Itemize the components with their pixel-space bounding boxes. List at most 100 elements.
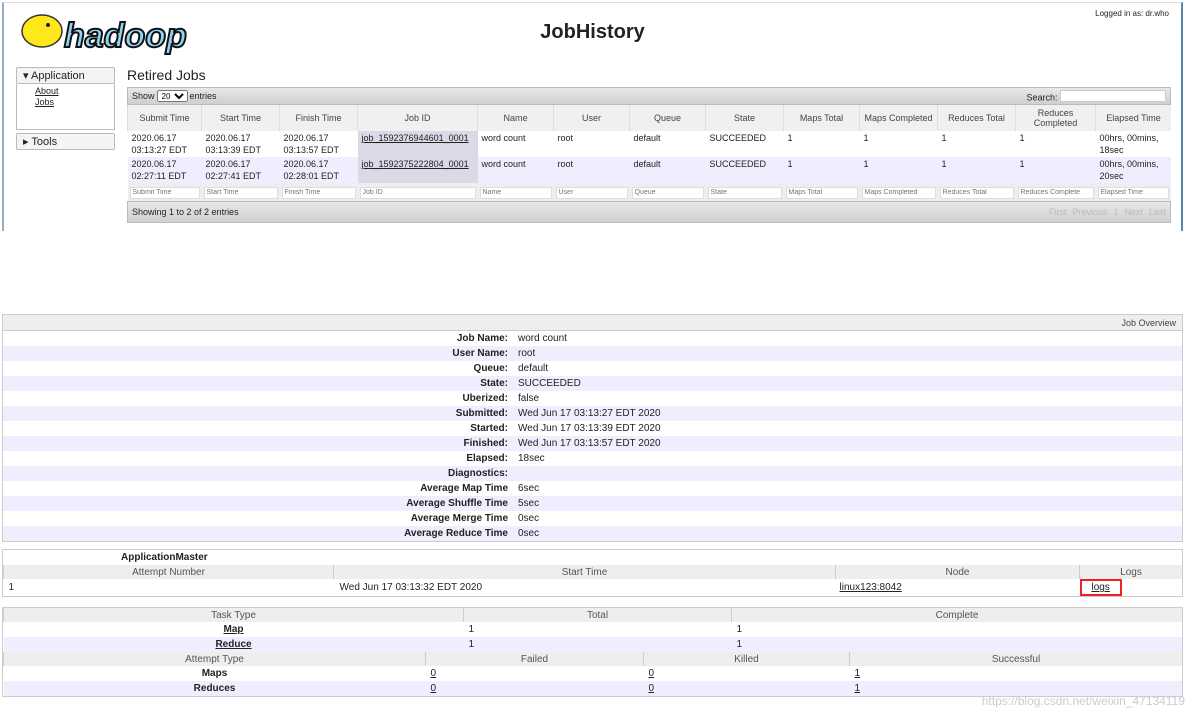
attempts-link[interactable]: 0 [431,683,437,694]
overview-label: Average Merge Time [410,513,508,524]
column-header[interactable]: Finish Time [279,105,358,131]
search-label: Search: [1026,92,1058,103]
pager-previous[interactable]: Previous [1072,207,1107,217]
column-filter-input[interactable] [707,186,782,199]
cell: default [633,133,661,143]
column-filter-input[interactable] [939,186,1014,199]
nav-tools[interactable]: ▸ Tools [16,133,115,150]
cell: 2020.06.17 02:27:41 EDT [205,159,262,181]
cell: root [557,159,574,169]
show-label: Show [132,91,155,101]
column-header[interactable]: Queue [629,105,706,131]
column-header[interactable]: Maps Total [783,105,860,131]
cell: 2020.06.17 02:27:11 EDT [131,159,187,181]
overview-label: Elapsed: [466,453,508,464]
tasks-link[interactable]: Map [224,624,244,635]
cell: SUCCEEDED [709,159,767,169]
column-header[interactable]: User [553,105,630,131]
filter-cell [783,183,860,201]
overview-label: User Name: [452,348,508,359]
column-filter-input[interactable] [281,186,356,199]
overview-label: Finished: [463,438,508,449]
tasks-link[interactable]: Reduce [215,639,251,650]
pager-1[interactable]: 1 [1113,207,1118,217]
overview-row: Diagnostics: [3,466,1182,481]
column-filter-input[interactable] [861,186,936,199]
table-footer: Showing 1 to 2 of 2 entries First Previou… [127,201,1171,223]
attempts-link[interactable]: 0 [649,683,655,694]
tasks-row: Map 1 1 [4,622,1183,637]
cell: 1 [787,159,793,169]
job-id-link[interactable]: job_1592375222804_0001 [362,159,469,169]
column-header[interactable]: Elapsed Time [1095,105,1171,131]
attempts-link[interactable]: 0 [431,668,437,679]
overview-label: Job Name: [456,333,508,344]
column-header[interactable]: Reduces Total [937,105,1016,131]
filter-cell [859,183,938,201]
pager-next[interactable]: Next [1124,207,1143,217]
cell: 2020.06.17 02:28:01 EDT [283,159,340,181]
overview-row: Uberized: false [3,391,1182,406]
column-header[interactable]: Maps Completed [859,105,938,131]
column-header[interactable]: Job ID [357,105,478,131]
overview-row: Started: Wed Jun 17 03:13:39 EDT 2020 [3,421,1182,436]
overview-value: Wed Jun 17 03:13:57 EDT 2020 [518,438,661,449]
attempts-col: Attempt Type [3,652,426,666]
column-filter-input[interactable] [1017,186,1094,199]
overview-value: false [518,393,540,404]
column-filter-input[interactable] [359,186,476,199]
pager-last[interactable]: Last [1149,207,1166,217]
overview-label: Submitted: [455,408,508,419]
overview-row: Queue: default [3,361,1182,376]
nav-application-label: Application [30,70,85,82]
overview-row: Average Map Time 6sec [3,481,1182,496]
column-header[interactable]: Name [477,105,554,131]
entries-label: entries [189,91,217,101]
attempts-link[interactable]: 0 [649,668,655,679]
nav-about-link[interactable]: About [35,86,59,96]
cell: Reduce [4,637,464,652]
cell: default [633,159,661,169]
cell: 1 [736,624,743,635]
overview-value: SUCCEEDED [518,378,581,389]
attempts-link[interactable]: 1 [855,668,861,679]
cell: word count [481,133,526,143]
column-header[interactable]: Submit Time [127,105,202,131]
search-input[interactable] [1060,89,1166,102]
job-overview-title: Job Overview [3,315,1182,331]
cell: 00hrs, 00mins, 18sec [1099,133,1159,155]
pager-first[interactable]: First [1049,207,1067,217]
overview-value: default [518,363,549,374]
tasks-col: Complete [731,608,1182,622]
column-filter-input[interactable] [129,186,200,199]
column-header[interactable]: State [705,105,784,131]
am-col: Logs [1079,565,1182,579]
cell: root [557,133,574,143]
column-filter-input[interactable] [479,186,552,199]
nav-application[interactable]: ▾ Application [16,67,115,84]
job-id-link[interactable]: job_1592376944601_0001 [362,133,469,143]
filter-cell [279,183,358,201]
tasks-col: Total [463,608,732,622]
logs-highlight: logs [1079,579,1122,596]
logs-link[interactable]: logs [1092,582,1110,593]
overview-row: State: SUCCEEDED [3,376,1182,391]
attempts-link[interactable]: 1 [855,683,861,694]
column-header[interactable]: Reduces Completed [1015,105,1096,131]
cell: 0 [644,681,850,696]
nav-jobs-link[interactable]: Jobs [35,97,54,107]
table-toolbar: Show 20 entries Search: [127,87,1171,105]
column-filter-input[interactable] [203,186,278,199]
column-filter-input[interactable] [555,186,628,199]
column-filter-input[interactable] [1097,186,1169,199]
column-filter-input[interactable] [785,186,858,199]
column-header[interactable]: Start Time [201,105,280,131]
entries-select[interactable]: 20 [156,90,188,102]
cell: 1 [1019,133,1025,143]
overview-value: 0sec [518,513,540,524]
node-link[interactable]: linux123:8042 [840,582,902,593]
am-start-time: Wed Jun 17 03:13:32 EDT 2020 [339,582,483,593]
overview-label: Uberized: [462,393,508,404]
cell: 1 [863,133,869,143]
column-filter-input[interactable] [631,186,704,199]
